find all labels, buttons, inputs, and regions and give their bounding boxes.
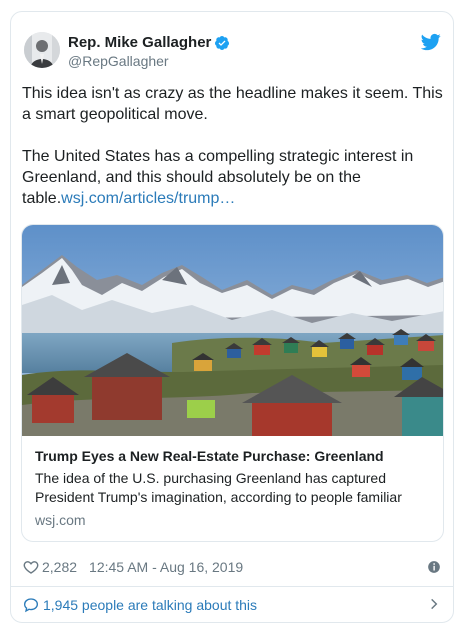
timestamp[interactable]: 12:45 AM - Aug 16, 2019 bbox=[89, 559, 243, 575]
conversation-link[interactable]: 1,945 people are talking about this bbox=[23, 595, 441, 615]
author-handle[interactable]: @RepGallagher bbox=[68, 53, 169, 70]
tweet-text: This idea isn't as crazy as the headline… bbox=[22, 83, 446, 209]
link-preview-card[interactable]: Trump Eyes a New Real-Estate Purchase: G… bbox=[21, 224, 444, 542]
info-icon[interactable] bbox=[427, 560, 441, 574]
avatar[interactable] bbox=[24, 32, 60, 68]
card-body: Trump Eyes a New Real-Estate Purchase: G… bbox=[35, 447, 431, 529]
tweet-header: Rep. Mike Gallagher @RepGallagher bbox=[24, 32, 441, 72]
author-name-row[interactable]: Rep. Mike Gallagher bbox=[68, 33, 230, 52]
tweet-card: Rep. Mike Gallagher @RepGallagher This i… bbox=[10, 11, 454, 623]
divider bbox=[11, 586, 453, 587]
card-image-greenland-town[interactable] bbox=[22, 225, 444, 436]
tweet-text-paragraph-1: This idea isn't as crazy as the headline… bbox=[22, 85, 448, 123]
twitter-bird-icon[interactable] bbox=[420, 32, 441, 52]
verified-badge-icon bbox=[214, 35, 230, 51]
article-link[interactable]: wsj.com/articles/trump… bbox=[61, 190, 235, 207]
card-description: The idea of the U.S. purchasing Greenlan… bbox=[35, 470, 402, 505]
author-name[interactable]: Rep. Mike Gallagher bbox=[68, 33, 211, 52]
like-count[interactable]: 2,282 bbox=[42, 559, 77, 575]
chevron-right-icon[interactable] bbox=[427, 597, 441, 611]
tweet-meta: 2,282 12:45 AM - Aug 16, 2019 bbox=[23, 558, 441, 576]
people-talking-text[interactable]: 1,945 people are talking about this bbox=[43, 597, 257, 613]
card-domain: wsj.com bbox=[35, 512, 86, 528]
heart-icon[interactable] bbox=[23, 559, 39, 575]
reply-bubble-icon bbox=[23, 597, 39, 613]
card-title[interactable]: Trump Eyes a New Real-Estate Purchase: G… bbox=[35, 447, 431, 466]
